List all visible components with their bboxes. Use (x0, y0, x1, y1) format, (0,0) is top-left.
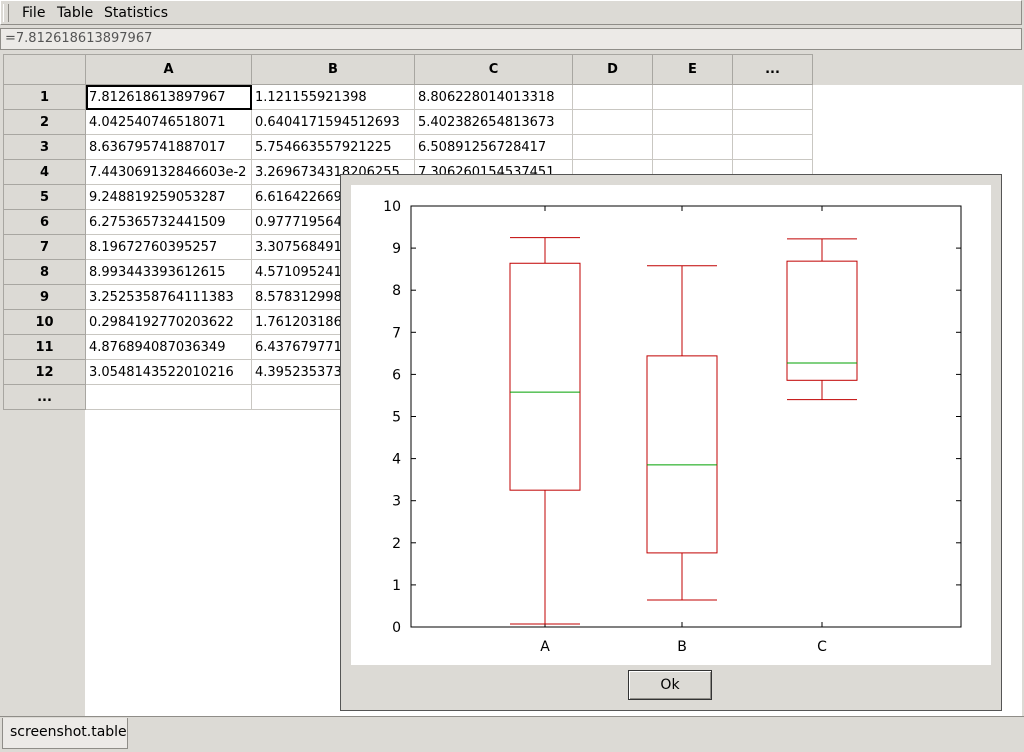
table-cell[interactable] (732, 109, 813, 135)
table-row: 1 7.812618613897967 1.121155921398 8.806228… (3, 84, 813, 110)
table-cell[interactable]: 1.121155921398 (251, 84, 415, 110)
menu-file-label: File (22, 5, 46, 21)
table-cell[interactable]: 0.6404171594512693 (251, 109, 415, 135)
column-header[interactable]: D (572, 54, 653, 85)
y-tick-label: 1 (392, 578, 401, 594)
y-tick-label: 10 (383, 199, 401, 215)
row-header[interactable]: 11 (3, 334, 86, 360)
table-cell[interactable]: 4.876894087036349 (85, 334, 252, 360)
table-row: 3 8.636795741887017 5.754663557921225 6.508… (3, 134, 813, 160)
boxplot-chart: 0 1 2 3 4 5 6 7 8 9 10 A B C (383, 199, 962, 655)
row-header[interactable]: 3 (3, 134, 86, 160)
menu-table-label: Table (57, 5, 94, 21)
row-header[interactable]: 12 (3, 359, 86, 385)
table-cell[interactable]: 3.0548143522010216 (85, 359, 252, 385)
table-cell[interactable]: 8.636795741887017 (85, 134, 252, 160)
y-tick-label: 2 (392, 536, 401, 552)
column-header[interactable]: A (85, 54, 252, 85)
ok-button-label: Ok (660, 677, 680, 693)
corner-cell[interactable] (3, 54, 86, 85)
menu-bar: File Table Statistics (0, 0, 1022, 25)
table-cell[interactable]: 7.443069132846603e-2 (85, 159, 252, 185)
table-cell[interactable]: 8.806228014013318 (414, 84, 573, 110)
column-header[interactable]: C (414, 54, 573, 85)
ok-button[interactable]: Ok (628, 670, 712, 700)
table-cell[interactable] (732, 134, 813, 160)
table-row: 2 4.042540746518071 0.6404171594512693 5.40… (3, 109, 813, 135)
table-cell[interactable]: 6.50891256728417 (414, 134, 573, 160)
menu-statistics[interactable]: Statistics (104, 5, 168, 21)
column-header[interactable]: ... (732, 54, 813, 85)
x-tick-label: B (677, 639, 687, 655)
table-cell[interactable] (85, 384, 252, 410)
box-body (646, 355, 718, 554)
row-header[interactable]: 5 (3, 184, 86, 210)
row-header[interactable]: ... (3, 384, 86, 410)
menu-statistics-label: Statistics (104, 5, 168, 21)
table-cell[interactable] (572, 134, 653, 160)
row-header[interactable]: 8 (3, 259, 86, 285)
row-header[interactable]: 1 (3, 84, 86, 110)
table-cell[interactable]: 7.812618613897967 (85, 84, 252, 110)
table-cell[interactable]: 5.754663557921225 (251, 134, 415, 160)
row-header[interactable]: 7 (3, 234, 86, 260)
row-header[interactable]: 2 (3, 109, 86, 135)
table-cell[interactable] (572, 109, 653, 135)
box-body (786, 260, 858, 381)
table-cell[interactable]: 0.2984192770203622 (85, 309, 252, 335)
row-header[interactable]: 9 (3, 284, 86, 310)
plot-frame (410, 205, 962, 628)
formula-value: =7.812618613897967 (5, 31, 153, 46)
table-cell[interactable] (652, 134, 733, 160)
menu-grip (3, 4, 9, 22)
y-tick-label: 4 (392, 452, 401, 468)
formula-bar[interactable]: =7.812618613897967 (0, 28, 1022, 50)
tab-label: screenshot.table (10, 724, 127, 740)
table-cell[interactable]: 5.402382654813673 (414, 109, 573, 135)
tab-screenshot-table[interactable]: screenshot.table (2, 718, 128, 749)
table-cell[interactable]: 6.275365732441509 (85, 209, 252, 235)
table-cell[interactable] (652, 84, 733, 110)
boxplot-dialog: 0 1 2 3 4 5 6 7 8 9 10 A B C Ok (340, 174, 1002, 711)
y-tick-label: 7 (392, 325, 401, 341)
table-cell[interactable] (572, 84, 653, 110)
column-header[interactable]: B (251, 54, 415, 85)
table-cell[interactable]: 3.2525358764111383 (85, 284, 252, 310)
x-tick-label: C (817, 639, 827, 655)
table-cell[interactable] (732, 84, 813, 110)
y-tick-label: 9 (392, 241, 401, 257)
y-tick-label: 6 (392, 367, 401, 383)
column-header[interactable]: E (652, 54, 733, 85)
sheet-tab-bar: screenshot.table (0, 716, 1024, 752)
row-header[interactable]: 10 (3, 309, 86, 335)
plot-canvas: 0 1 2 3 4 5 6 7 8 9 10 A B C (351, 185, 991, 665)
row-header[interactable]: 6 (3, 209, 86, 235)
y-tick-label: 5 (392, 410, 401, 426)
x-tick-label: A (540, 639, 550, 655)
menu-file[interactable]: File (22, 5, 45, 21)
box-body (509, 262, 581, 491)
table-cell[interactable]: 4.042540746518071 (85, 109, 252, 135)
y-tick-label: 3 (392, 494, 401, 510)
row-header[interactable]: 4 (3, 159, 86, 185)
menu-table[interactable]: Table (57, 5, 93, 21)
table-cell[interactable]: 8.19672760395257 (85, 234, 252, 260)
table-cell[interactable] (652, 109, 733, 135)
y-tick-label: 0 (392, 620, 401, 636)
table-cell[interactable]: 8.993443393612615 (85, 259, 252, 285)
y-tick-label: 8 (392, 283, 401, 299)
table-cell[interactable]: 9.248819259053287 (85, 184, 252, 210)
